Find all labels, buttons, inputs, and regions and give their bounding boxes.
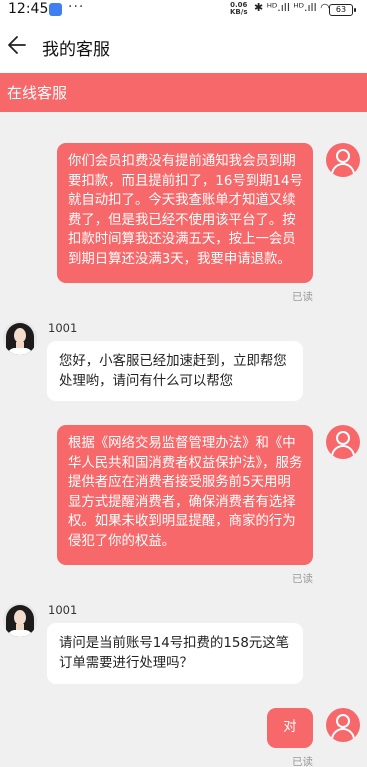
agent-avatar [3, 321, 37, 355]
title-bar: 我的客服 [0, 24, 367, 67]
status-bar: 12:45 ··· 0.06 KB/s ✱ ᴴᴰ.ıll ᴴᴰ.ıll ◠ 63 [0, 0, 367, 24]
user-avatar-icon [326, 708, 360, 742]
read-status: 已读 [292, 573, 313, 585]
network-speed: 0.06 KB/s [230, 2, 247, 16]
read-status: 已读 [292, 291, 313, 303]
agent-name: 1001 [48, 603, 78, 617]
status-time: 12:45 [8, 1, 49, 17]
notification-app-icon [49, 3, 62, 16]
user-message-bubble: 对 [267, 708, 313, 748]
online-service-bar: 在线客服 [0, 73, 367, 112]
user-message-bubble: 根据《网络交易监督管理办法》和《中华人民共和国消费者权益保护法》，服务提供者应在… [57, 425, 313, 565]
message-text: 根据《网络交易监督管理办法》和《中华人民共和国消费者权益保护法》，服务提供者应在… [68, 436, 303, 549]
signal-wifi-icons: ✱ ᴴᴰ.ıll ᴴᴰ.ıll ◠ [254, 1, 330, 14]
user-avatar-icon [326, 143, 360, 177]
user-message-bubble: 你们会员扣费没有提前通知我会员到期要扣款，而且提前扣了，16号到期14号就自动扣… [57, 143, 313, 283]
message-text: 你们会员扣费没有提前通知我会员到期要扣款，而且提前扣了，16号到期14号就自动扣… [68, 154, 303, 267]
message-text: 对 [283, 720, 297, 735]
back-arrow-icon[interactable] [7, 34, 27, 56]
more-notifications-indicator: ··· [68, 0, 85, 15]
message-text: 您好，小客服已经加速赶到，立即帮您处理哟，请问有什么可以帮您 [59, 354, 287, 389]
read-status: 已读 [292, 756, 313, 767]
message-text: 请问是当前账号14号扣费的158元这笔订单需要进行处理吗？ [59, 636, 290, 671]
network-speed-unit: KB/s [230, 8, 248, 16]
page-title: 我的客服 [42, 40, 110, 60]
user-avatar-icon [326, 425, 360, 459]
agent-message-bubble: 您好，小客服已经加速赶到，立即帮您处理哟，请问有什么可以帮您 [47, 341, 303, 401]
agent-message-bubble: 请问是当前账号14号扣费的158元这笔订单需要进行处理吗？ [47, 623, 303, 684]
online-service-label: 在线客服 [7, 84, 68, 102]
chat-area[interactable]: 你们会员扣费没有提前通知我会员到期要扣款，而且提前扣了，16号到期14号就自动扣… [0, 112, 367, 767]
agent-avatar [3, 603, 37, 637]
agent-name: 1001 [48, 321, 78, 335]
battery-icon: 63 [329, 4, 356, 16]
